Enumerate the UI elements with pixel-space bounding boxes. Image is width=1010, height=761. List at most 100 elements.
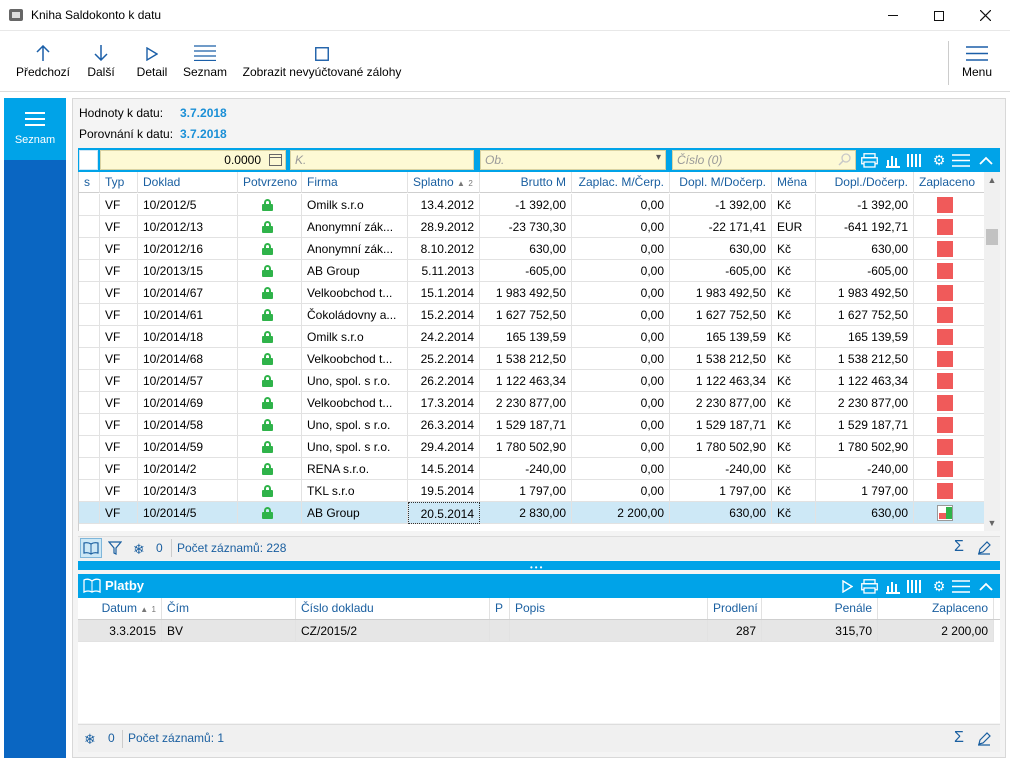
list-button[interactable]: Seznam — [183, 31, 227, 92]
k-filter[interactable]: K. — [290, 150, 474, 170]
next-button[interactable]: Další — [84, 31, 118, 92]
panel-splitter[interactable]: ••• — [78, 561, 1000, 572]
hamburger-icon[interactable] — [952, 577, 970, 595]
maximize-button[interactable] — [916, 0, 962, 31]
sum-icon[interactable]: Σ — [954, 729, 964, 747]
gear-icon[interactable]: ⚙ — [930, 577, 948, 595]
ob-filter[interactable]: Ob. ▾ — [480, 150, 666, 170]
previous-button[interactable]: Předchozí — [14, 31, 72, 92]
table-row[interactable]: VF 10/2014/59 Uno, spol. s r.o. 29.4.2014 1 … — [79, 436, 985, 458]
record-count: Počet záznamů: 228 — [177, 541, 287, 555]
columns-icon[interactable] — [906, 151, 924, 169]
table-row[interactable]: VF 10/2014/61 Čokoládovny a... 15.2.2014 1 6… — [79, 304, 985, 326]
cell-dopl-m: 1 122 463,34 — [670, 370, 772, 392]
book-button[interactable] — [80, 538, 102, 558]
col-popis[interactable]: Popis — [510, 598, 708, 619]
collapse-icon[interactable] — [977, 151, 995, 169]
col-splatno[interactable]: Splatno ▲ 2 — [408, 172, 480, 193]
table-row[interactable]: VF 10/2013/15 AB Group 5.11.2013 -605,00 0,00… — [79, 260, 985, 282]
table-row[interactable]: VF 10/2012/13 Anonymní zák... 28.9.2012 -23 … — [79, 216, 985, 238]
unpaid-icon — [937, 307, 953, 323]
col-zaplac[interactable]: Zaplac. M/Čerp. — [572, 172, 670, 193]
table-row[interactable]: VF 10/2012/16 Anonymní zák... 8.10.2012 630,… — [79, 238, 985, 260]
gear-icon[interactable]: ⚙ — [930, 151, 948, 169]
cell-zaplac: 0,00 — [572, 414, 670, 436]
payment-paid: 2 200,00 — [878, 620, 994, 642]
scroll-down-icon[interactable]: ▼ — [984, 515, 1000, 531]
nav-item-seznam[interactable]: Seznam — [4, 98, 66, 160]
col-p[interactable]: P — [490, 598, 510, 619]
col-s[interactable]: s — [79, 172, 100, 193]
search-icon[interactable] — [838, 153, 851, 166]
collapse-icon[interactable] — [977, 577, 995, 595]
main-content: Hodnoty k datu: 3.7.2018 Porovnání k dat… — [72, 98, 1006, 758]
col-datum[interactable]: Datum ▲ 1 — [78, 598, 162, 619]
col-cislo-dokladu[interactable]: Číslo dokladu — [296, 598, 490, 619]
dropdown-icon[interactable]: ▾ — [656, 152, 661, 163]
cell-typ: VF — [100, 502, 138, 524]
filter-options-button[interactable] — [79, 150, 98, 170]
hamburger-icon[interactable] — [952, 151, 970, 169]
chart-icon[interactable] — [884, 151, 902, 169]
table-row[interactable]: VF 10/2014/69 Velkoobchod t... 17.3.2014 2 2… — [79, 392, 985, 414]
vertical-scrollbar[interactable]: ▲ ▼ — [984, 172, 1000, 531]
minimize-button[interactable] — [870, 0, 916, 31]
col-pay-zaplaceno[interactable]: Zaplaceno — [878, 598, 994, 619]
table-row[interactable]: VF 10/2012/5 Omilk s.r.o 13.4.2012 -1 392,00… — [79, 194, 985, 216]
close-button[interactable] — [962, 0, 1008, 31]
table-row[interactable]: VF 10/2014/18 Omilk s.r.o 24.2.2014 165 139,… — [79, 326, 985, 348]
edit-icon[interactable] — [977, 732, 991, 746]
table-row[interactable]: VF 10/2014/5 AB Group 20.5.2014 2 830,00 2 20… — [79, 502, 985, 524]
col-zaplaceno[interactable]: Zaplaceno — [914, 172, 985, 193]
amount-filter[interactable]: 0.0000 — [100, 150, 286, 170]
col-dopl[interactable]: Dopl./Dočerp. — [816, 172, 914, 193]
col-dopl-m[interactable]: Dopl. M/Dočerp. — [670, 172, 772, 193]
grid-header: s Typ Doklad Potvrzeno Firma Splatno ▲ 2… — [79, 172, 985, 193]
cell-zaplac: 0,00 — [572, 326, 670, 348]
show-advances-button[interactable]: Zobrazit nevyúčtované zálohy — [242, 31, 402, 92]
cell-zaplac: 0,00 — [572, 392, 670, 414]
cell-mena: Kč — [772, 392, 816, 414]
sum-icon[interactable]: Σ — [954, 538, 964, 556]
lock-icon — [262, 441, 273, 453]
col-potvrzeno[interactable]: Potvrzeno — [238, 172, 302, 193]
cell-dopl-m: -240,00 — [670, 458, 772, 480]
col-doklad[interactable]: Doklad — [138, 172, 238, 193]
snowflake-icon[interactable]: ❄ — [133, 541, 145, 558]
scroll-up-icon[interactable]: ▲ — [984, 172, 1000, 188]
table-row[interactable]: VF 10/2014/57 Uno, spol. s r.o. 26.2.2014 1 … — [79, 370, 985, 392]
cell-typ: VF — [100, 304, 138, 326]
col-prodleni[interactable]: Prodlení — [708, 598, 762, 619]
col-cim[interactable]: Čím — [162, 598, 296, 619]
table-row[interactable]: 3.3.2015 BV CZ/2015/2 287 315,70 2 200,0… — [78, 620, 994, 642]
scroll-thumb[interactable] — [986, 229, 998, 245]
menu-button[interactable]: Menu — [958, 31, 996, 92]
snowflake-icon[interactable]: ❄ — [84, 731, 96, 748]
play-icon[interactable] — [838, 577, 856, 595]
detail-button[interactable]: Detail — [134, 31, 170, 92]
columns-icon[interactable] — [906, 577, 924, 595]
chart-icon[interactable] — [884, 577, 902, 595]
table-row[interactable]: VF 10/2014/67 Velkoobchod t... 15.1.2014 1 9… — [79, 282, 985, 304]
col-firma[interactable]: Firma — [302, 172, 408, 193]
col-mena[interactable]: Měna — [772, 172, 816, 193]
cell-brutto: 1 627 752,50 — [480, 304, 572, 326]
cell-dopl: 1 529 187,71 — [816, 414, 914, 436]
cislo-filter[interactable]: Číslo (0) — [672, 150, 856, 170]
col-penale[interactable]: Penále — [762, 598, 878, 619]
edit-icon[interactable] — [977, 541, 991, 555]
cell-firma: AB Group — [302, 260, 408, 282]
table-row[interactable]: VF 10/2014/58 Uno, spol. s r.o. 26.3.2014 1 … — [79, 414, 985, 436]
col-typ[interactable]: Typ — [100, 172, 138, 193]
calendar-icon[interactable] — [269, 154, 282, 166]
cell-splatno: 15.1.2014 — [408, 282, 480, 304]
lock-icon — [262, 397, 273, 409]
col-brutto[interactable]: Brutto M — [480, 172, 572, 193]
print-icon[interactable] — [860, 151, 878, 169]
table-row[interactable]: VF 10/2014/68 Velkoobchod t... 25.2.2014 1 5… — [79, 348, 985, 370]
table-row[interactable]: VF 10/2014/3 TKL s.r.o 19.5.2014 1 797,00 0,0… — [79, 480, 985, 502]
filter-icon[interactable] — [108, 541, 122, 555]
print-icon[interactable] — [860, 577, 878, 595]
table-row[interactable]: VF 10/2014/2 RENA s.r.o. 14.5.2014 -240,00 0,… — [79, 458, 985, 480]
cell-brutto: -605,00 — [480, 260, 572, 282]
